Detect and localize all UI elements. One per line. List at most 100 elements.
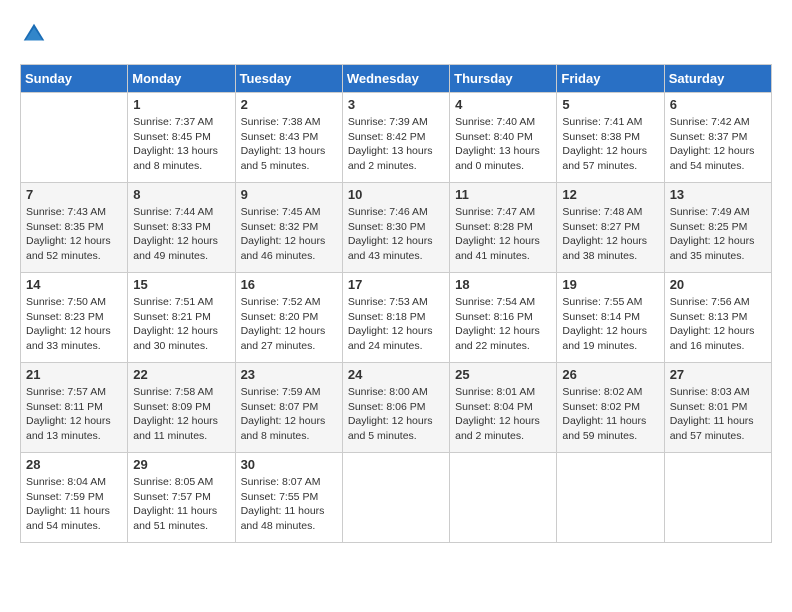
- day-number: 8: [133, 187, 229, 202]
- calendar-week-row: 14 Sunrise: 7:50 AM Sunset: 8:23 PM Dayli…: [21, 273, 772, 363]
- calendar-cell: 3 Sunrise: 7:39 AM Sunset: 8:42 PM Daylig…: [342, 93, 449, 183]
- day-info: Sunrise: 7:50 AM Sunset: 8:23 PM Dayligh…: [26, 295, 122, 354]
- calendar-cell: 6 Sunrise: 7:42 AM Sunset: 8:37 PM Daylig…: [664, 93, 771, 183]
- day-info: Sunrise: 8:01 AM Sunset: 8:04 PM Dayligh…: [455, 385, 551, 444]
- calendar-cell: 9 Sunrise: 7:45 AM Sunset: 8:32 PM Daylig…: [235, 183, 342, 273]
- day-number: 4: [455, 97, 551, 112]
- calendar-cell: 17 Sunrise: 7:53 AM Sunset: 8:18 PM Dayli…: [342, 273, 449, 363]
- weekday-header: Tuesday: [235, 65, 342, 93]
- calendar-cell: 4 Sunrise: 7:40 AM Sunset: 8:40 PM Daylig…: [450, 93, 557, 183]
- day-number: 9: [241, 187, 337, 202]
- day-info: Sunrise: 8:03 AM Sunset: 8:01 PM Dayligh…: [670, 385, 766, 444]
- day-number: 26: [562, 367, 658, 382]
- calendar-cell: 18 Sunrise: 7:54 AM Sunset: 8:16 PM Dayli…: [450, 273, 557, 363]
- day-info: Sunrise: 7:53 AM Sunset: 8:18 PM Dayligh…: [348, 295, 444, 354]
- day-number: 7: [26, 187, 122, 202]
- day-info: Sunrise: 7:49 AM Sunset: 8:25 PM Dayligh…: [670, 205, 766, 264]
- day-number: 6: [670, 97, 766, 112]
- calendar-table: SundayMondayTuesdayWednesdayThursdayFrid…: [20, 64, 772, 543]
- day-number: 29: [133, 457, 229, 472]
- calendar-cell: 15Sunrise: 7:51 AM Sunset: 8:21 PM Dayli…: [128, 273, 235, 363]
- day-info: Sunrise: 7:58 AM Sunset: 8:09 PM Dayligh…: [133, 385, 229, 444]
- page-header: [20, 20, 772, 48]
- calendar-cell: 26 Sunrise: 8:02 AM Sunset: 8:02 PM Dayli…: [557, 363, 664, 453]
- weekday-header: Friday: [557, 65, 664, 93]
- day-info: Sunrise: 7:48 AM Sunset: 8:27 PM Dayligh…: [562, 205, 658, 264]
- day-number: 22: [133, 367, 229, 382]
- day-info: Sunrise: 7:55 AM Sunset: 8:14 PM Dayligh…: [562, 295, 658, 354]
- day-number: 27: [670, 367, 766, 382]
- day-number: 2: [241, 97, 337, 112]
- weekday-header: Saturday: [664, 65, 771, 93]
- day-number: 24: [348, 367, 444, 382]
- day-info: Sunrise: 7:40 AM Sunset: 8:40 PM Dayligh…: [455, 115, 551, 174]
- day-info: Sunrise: 7:45 AM Sunset: 8:32 PM Dayligh…: [241, 205, 337, 264]
- calendar-cell: 20 Sunrise: 7:56 AM Sunset: 8:13 PM Dayli…: [664, 273, 771, 363]
- day-info: Sunrise: 7:54 AM Sunset: 8:16 PM Dayligh…: [455, 295, 551, 354]
- weekday-header: Sunday: [21, 65, 128, 93]
- calendar-week-row: 1 Sunrise: 7:37 AM Sunset: 8:45 PM Daylig…: [21, 93, 772, 183]
- day-number: 5: [562, 97, 658, 112]
- calendar-cell: [342, 453, 449, 543]
- day-info: Sunrise: 7:41 AM Sunset: 8:38 PM Dayligh…: [562, 115, 658, 174]
- day-number: 11: [455, 187, 551, 202]
- day-number: 12: [562, 187, 658, 202]
- calendar-cell: 28Sunrise: 8:04 AM Sunset: 7:59 PM Dayli…: [21, 453, 128, 543]
- day-info: Sunrise: 7:43 AM Sunset: 8:35 PM Dayligh…: [26, 205, 122, 264]
- day-number: 25: [455, 367, 551, 382]
- day-info: Sunrise: 7:57 AM Sunset: 8:11 PM Dayligh…: [26, 385, 122, 444]
- calendar-week-row: 28Sunrise: 8:04 AM Sunset: 7:59 PM Dayli…: [21, 453, 772, 543]
- calendar-cell: 7 Sunrise: 7:43 AM Sunset: 8:35 PM Daylig…: [21, 183, 128, 273]
- calendar-cell: 14 Sunrise: 7:50 AM Sunset: 8:23 PM Dayli…: [21, 273, 128, 363]
- calendar-cell: 5 Sunrise: 7:41 AM Sunset: 8:38 PM Daylig…: [557, 93, 664, 183]
- day-number: 18: [455, 277, 551, 292]
- calendar-cell: 22 Sunrise: 7:58 AM Sunset: 8:09 PM Dayli…: [128, 363, 235, 453]
- day-info: Sunrise: 7:38 AM Sunset: 8:43 PM Dayligh…: [241, 115, 337, 174]
- day-info: Sunrise: 7:37 AM Sunset: 8:45 PM Dayligh…: [133, 115, 229, 174]
- day-info: Sunrise: 7:47 AM Sunset: 8:28 PM Dayligh…: [455, 205, 551, 264]
- day-number: 17: [348, 277, 444, 292]
- day-number: 21: [26, 367, 122, 382]
- day-number: 20: [670, 277, 766, 292]
- day-info: Sunrise: 7:42 AM Sunset: 8:37 PM Dayligh…: [670, 115, 766, 174]
- day-number: 1: [133, 97, 229, 112]
- day-number: 10: [348, 187, 444, 202]
- calendar-cell: [21, 93, 128, 183]
- day-info: Sunrise: 8:05 AM Sunset: 7:57 PM Dayligh…: [133, 475, 229, 534]
- day-number: 15: [133, 277, 229, 292]
- calendar-cell: 25 Sunrise: 8:01 AM Sunset: 8:04 PM Dayli…: [450, 363, 557, 453]
- calendar-cell: 23 Sunrise: 7:59 AM Sunset: 8:07 PM Dayli…: [235, 363, 342, 453]
- weekday-header-row: SundayMondayTuesdayWednesdayThursdayFrid…: [21, 65, 772, 93]
- calendar-cell: 19 Sunrise: 7:55 AM Sunset: 8:14 PM Dayli…: [557, 273, 664, 363]
- day-number: 3: [348, 97, 444, 112]
- logo: [20, 20, 52, 48]
- day-info: Sunrise: 7:52 AM Sunset: 8:20 PM Dayligh…: [241, 295, 337, 354]
- calendar-cell: [557, 453, 664, 543]
- calendar-cell: 8 Sunrise: 7:44 AM Sunset: 8:33 PM Daylig…: [128, 183, 235, 273]
- weekday-header: Thursday: [450, 65, 557, 93]
- calendar-cell: 30Sunrise: 8:07 AM Sunset: 7:55 PM Dayli…: [235, 453, 342, 543]
- calendar-cell: 13 Sunrise: 7:49 AM Sunset: 8:25 PM Dayli…: [664, 183, 771, 273]
- day-info: Sunrise: 7:44 AM Sunset: 8:33 PM Dayligh…: [133, 205, 229, 264]
- day-number: 16: [241, 277, 337, 292]
- calendar-cell: 11 Sunrise: 7:47 AM Sunset: 8:28 PM Dayli…: [450, 183, 557, 273]
- day-info: Sunrise: 7:56 AM Sunset: 8:13 PM Dayligh…: [670, 295, 766, 354]
- day-info: Sunrise: 8:02 AM Sunset: 8:02 PM Dayligh…: [562, 385, 658, 444]
- day-info: Sunrise: 8:07 AM Sunset: 7:55 PM Dayligh…: [241, 475, 337, 534]
- calendar-cell: 27 Sunrise: 8:03 AM Sunset: 8:01 PM Dayli…: [664, 363, 771, 453]
- day-info: Sunrise: 7:59 AM Sunset: 8:07 PM Dayligh…: [241, 385, 337, 444]
- day-number: 19: [562, 277, 658, 292]
- day-number: 28: [26, 457, 122, 472]
- day-number: 14: [26, 277, 122, 292]
- day-number: 13: [670, 187, 766, 202]
- day-info: Sunrise: 7:46 AM Sunset: 8:30 PM Dayligh…: [348, 205, 444, 264]
- calendar-week-row: 7 Sunrise: 7:43 AM Sunset: 8:35 PM Daylig…: [21, 183, 772, 273]
- calendar-cell: [450, 453, 557, 543]
- day-number: 23: [241, 367, 337, 382]
- calendar-cell: 2 Sunrise: 7:38 AM Sunset: 8:43 PM Daylig…: [235, 93, 342, 183]
- day-info: Sunrise: 7:39 AM Sunset: 8:42 PM Dayligh…: [348, 115, 444, 174]
- calendar-week-row: 21 Sunrise: 7:57 AM Sunset: 8:11 PM Dayli…: [21, 363, 772, 453]
- calendar-cell: 10 Sunrise: 7:46 AM Sunset: 8:30 PM Dayli…: [342, 183, 449, 273]
- weekday-header: Wednesday: [342, 65, 449, 93]
- calendar-cell: 12 Sunrise: 7:48 AM Sunset: 8:27 PM Dayli…: [557, 183, 664, 273]
